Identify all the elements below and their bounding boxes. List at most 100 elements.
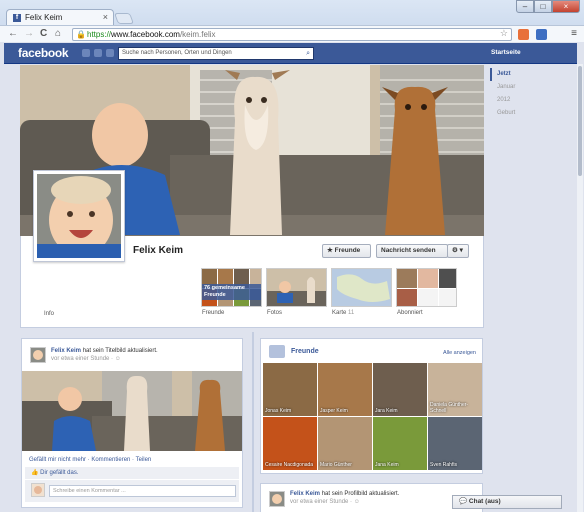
url-path: /keim.felix <box>179 30 216 39</box>
post-author-link[interactable]: Felix Keim <box>51 348 81 354</box>
map-tile-label[interactable]: Karte 11 <box>332 310 354 316</box>
home-link[interactable]: Startseite <box>491 49 521 56</box>
friend-name: Jasper Keim <box>320 408 348 414</box>
scrubber-item-january[interactable]: Januar <box>490 81 570 94</box>
post-header: Felix Keim hat sein Profilbild aktualisi… <box>290 490 399 506</box>
tab-title: Felix Keim <box>25 13 63 22</box>
map-tile[interactable] <box>331 268 392 307</box>
gear-menu-button[interactable]: ⚙ ▾ <box>447 244 469 258</box>
friends-tile[interactable]: 76 gemeinsame Freunde <box>201 268 262 307</box>
photos-tile-label[interactable]: Fotos <box>267 310 282 316</box>
friend-tile[interactable]: Sven Rahfis <box>428 417 482 470</box>
reload-icon[interactable]: C <box>40 28 47 40</box>
post-author-link[interactable]: Felix Keim <box>290 491 320 497</box>
facebook-top-bar: facebook Suche nach Personen, Orten und … <box>4 43 577 64</box>
map-thumbnail <box>332 269 391 306</box>
post-timestamp[interactable]: vor etwa einer Stunde · ☺ <box>51 356 121 362</box>
friends-tile-label[interactable]: Freunde <box>202 310 224 316</box>
post-timestamp[interactable]: vor etwa einer Stunde · ☺ <box>290 499 360 505</box>
friends-button[interactable]: ★ Freunde <box>322 244 371 258</box>
extension-icon[interactable] <box>518 29 529 40</box>
profile-tiles: 76 gemeinsame Freunde <box>201 268 457 307</box>
forward-arrow-icon[interactable]: → <box>24 28 34 40</box>
friends-box-title[interactable]: Freunde <box>291 348 319 355</box>
friend-tile[interactable]: Daniela Günther-Schnell <box>428 363 482 416</box>
scrubber-item-now[interactable]: Jetzt <box>490 68 570 81</box>
info-link[interactable]: Info <box>44 311 54 317</box>
photos-tile[interactable] <box>266 268 327 307</box>
friend-name: Daniela Günther-Schnell <box>430 402 469 414</box>
friend-tile[interactable]: Jasper Keim <box>318 363 372 416</box>
photos-thumbnail <box>267 269 326 306</box>
window-maximize-button[interactable]: □ <box>534 0 552 13</box>
post-cover-photo[interactable] <box>22 371 242 451</box>
url-domain: www.facebook.com <box>111 30 180 39</box>
friend-tile[interactable]: Jonas Keim <box>263 363 317 416</box>
post-actions[interactable]: Gefällt mir nicht mehr · Kommentieren · … <box>29 457 151 463</box>
timeline-scrubber: Jetzt Januar 2012 Geburt <box>490 68 570 120</box>
browser-chrome: f Felix Keim × – □ × ← → C ⌂ 🔒 https://w… <box>0 0 584 42</box>
friend-tile[interactable]: Jana Keim <box>373 417 427 470</box>
friend-name: Jara Keim <box>375 408 398 414</box>
tab-close-icon[interactable]: × <box>103 12 108 22</box>
browser-tab[interactable]: f Felix Keim × <box>6 9 114 26</box>
url-scheme: https:// <box>87 30 112 39</box>
friend-tile[interactable]: Cesaire Nacdigonada <box>263 417 317 470</box>
subscribed-tile-label[interactable]: Abonniert <box>397 310 423 316</box>
friend-name: Mario Günther <box>320 462 352 468</box>
map-tile-label-text: Karte <box>332 310 347 316</box>
chat-bar[interactable]: 💬 Chat (aus) <box>452 495 562 509</box>
scrubber-item-birth[interactable]: Geburt <box>490 107 570 120</box>
friend-requests-icon[interactable] <box>82 49 90 57</box>
search-placeholder: Suche nach Personen, Orten und Dingen <box>122 50 232 56</box>
profile-name: Felix Keim <box>133 245 184 256</box>
bookmark-star-icon[interactable]: ☆ <box>500 28 508 39</box>
timeline-post-cover: Felix Keim hat sein Titelbild aktualisie… <box>21 338 243 508</box>
messages-icon[interactable] <box>94 49 102 57</box>
like-thumb-icon: 👍 <box>31 470 39 476</box>
profile-picture[interactable] <box>33 170 125 262</box>
browser-toolbar: ← → C ⌂ 🔒 https://www.facebook.com/keim.… <box>0 25 584 42</box>
friend-tile[interactable]: Mario Günther <box>318 417 372 470</box>
mutual-friends-overlay: 76 gemeinsame Freunde <box>202 284 261 300</box>
facebook-favicon-icon: f <box>13 14 21 22</box>
window-minimize-button[interactable]: – <box>516 0 534 13</box>
map-tile-count: 11 <box>348 310 355 316</box>
facebook-search-input[interactable]: Suche nach Personen, Orten und Dingen ⌕ <box>118 47 314 60</box>
friend-name: Jonas Keim <box>265 408 292 414</box>
back-arrow-icon[interactable]: ← <box>8 28 18 40</box>
friends-icon <box>269 345 285 358</box>
window-close-button[interactable]: × <box>552 0 580 13</box>
home-icon[interactable]: ⌂ <box>55 28 61 40</box>
profile-picture-image <box>37 174 121 258</box>
scrubber-item-2012[interactable]: 2012 <box>490 94 570 107</box>
show-all-friends-link[interactable]: Alle anzeigen <box>443 350 476 356</box>
post-cover-image <box>22 371 242 451</box>
friend-tile[interactable]: Jara Keim <box>373 363 427 416</box>
commenter-avatar <box>31 483 45 497</box>
extension-flag-icon[interactable] <box>536 29 547 40</box>
page-scrollbar[interactable] <box>577 64 583 512</box>
address-bar[interactable]: 🔒 https://www.facebook.com/keim.felix ☆ <box>72 28 512 41</box>
send-message-button[interactable]: Nachricht senden <box>376 244 448 258</box>
notifications-icon[interactable] <box>106 49 114 57</box>
friend-name: Cesaire Nacdigonada <box>265 462 314 468</box>
post-author-avatar[interactable] <box>30 347 46 363</box>
scrollbar-thumb[interactable] <box>578 66 582 176</box>
facebook-logo[interactable]: facebook <box>18 46 69 60</box>
search-icon[interactable]: ⌕ <box>306 48 310 59</box>
comment-input[interactable]: Schreibe einen Kommentar ... <box>49 485 236 497</box>
lock-icon: 🔒 <box>76 30 86 39</box>
new-tab-button[interactable] <box>113 13 135 24</box>
post-likes-text: Dir gefällt das. <box>40 470 79 476</box>
browser-menu-icon[interactable]: ≡ <box>571 28 577 39</box>
friends-grid: Jonas Keim Jasper Keim Jara Keim Daniela… <box>263 363 482 470</box>
post-author-avatar[interactable] <box>269 491 285 507</box>
post-action-text: hat sein Titelbild aktualisiert. <box>82 348 158 354</box>
subscribed-tile[interactable] <box>396 268 457 307</box>
post-action-text: hat sein Profilbild aktualisiert. <box>321 491 400 497</box>
timeline-post-profile-picture: Felix Keim hat sein Profilbild aktualisi… <box>260 483 483 512</box>
friend-name: Jana Keim <box>375 462 399 468</box>
comment-row: Schreibe einen Kommentar ... <box>25 480 239 502</box>
friend-name: Sven Rahfis <box>430 462 457 468</box>
